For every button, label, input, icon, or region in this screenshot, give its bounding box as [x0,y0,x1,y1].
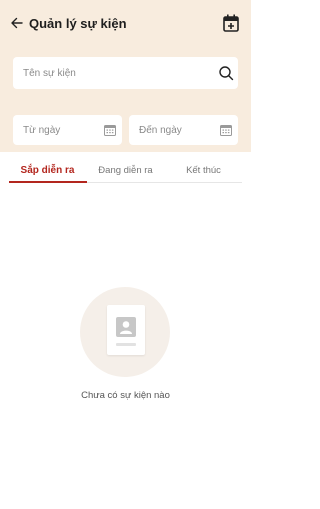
date-to-input[interactable] [139,115,214,145]
avatar-icon [116,317,136,337]
card-placeholder-line [116,343,136,346]
date-to-field[interactable] [129,115,238,145]
arrow-left-icon [11,17,23,29]
empty-state-message: Chưa có sự kiện nào [81,390,170,401]
tab-divider [87,182,242,183]
tab-ended[interactable]: Kết thúc [164,160,243,184]
search-icon[interactable] [218,65,234,81]
empty-state-illustration [80,287,170,377]
date-from-input[interactable] [23,115,98,145]
top-bar: Quản lý sự kiện [0,8,251,38]
active-tab-indicator [9,181,87,183]
page-title: Quản lý sự kiện [29,16,127,31]
back-button[interactable] [8,14,26,32]
search-box [13,57,238,89]
add-event-button[interactable] [221,12,241,34]
calendar-icon [220,125,232,136]
search-input[interactable] [23,57,213,89]
calendar-icon [104,125,116,136]
calendar-plus-icon [223,14,239,32]
tab-ongoing[interactable]: Đang diễn ra [87,160,164,184]
date-from-field[interactable] [13,115,122,145]
empty-profile-card-icon [107,305,145,355]
